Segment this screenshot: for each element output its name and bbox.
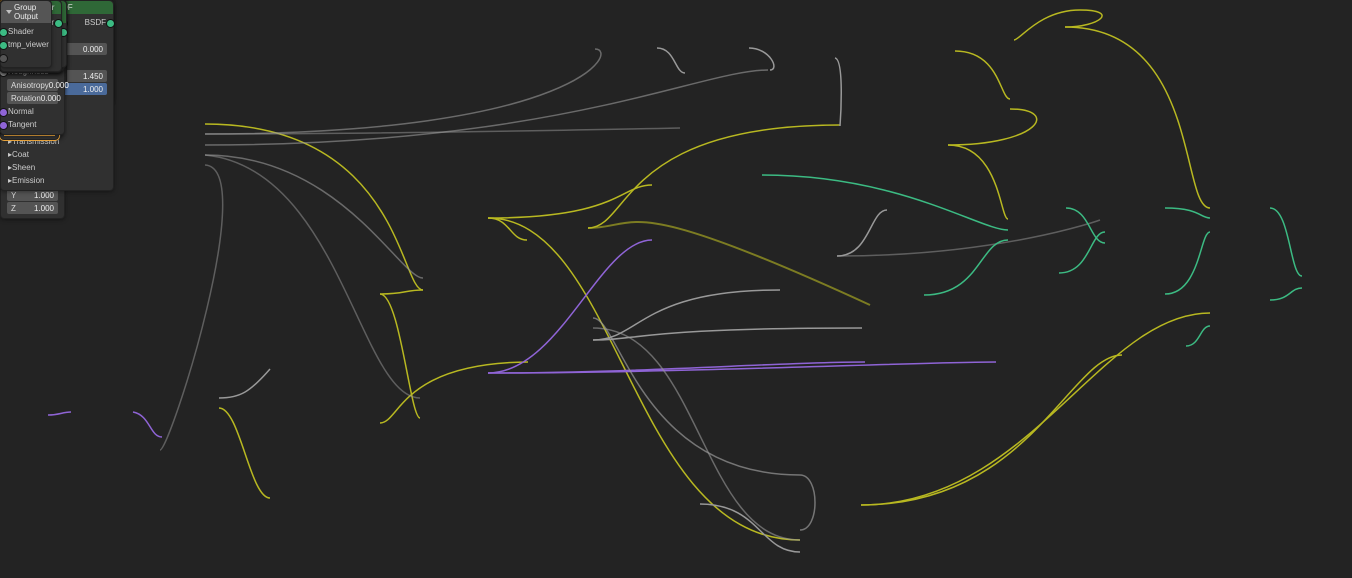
node-title: Group Output (14, 3, 45, 21)
group-output-node[interactable]: Group Output Shader tmp_viewer (0, 0, 52, 68)
